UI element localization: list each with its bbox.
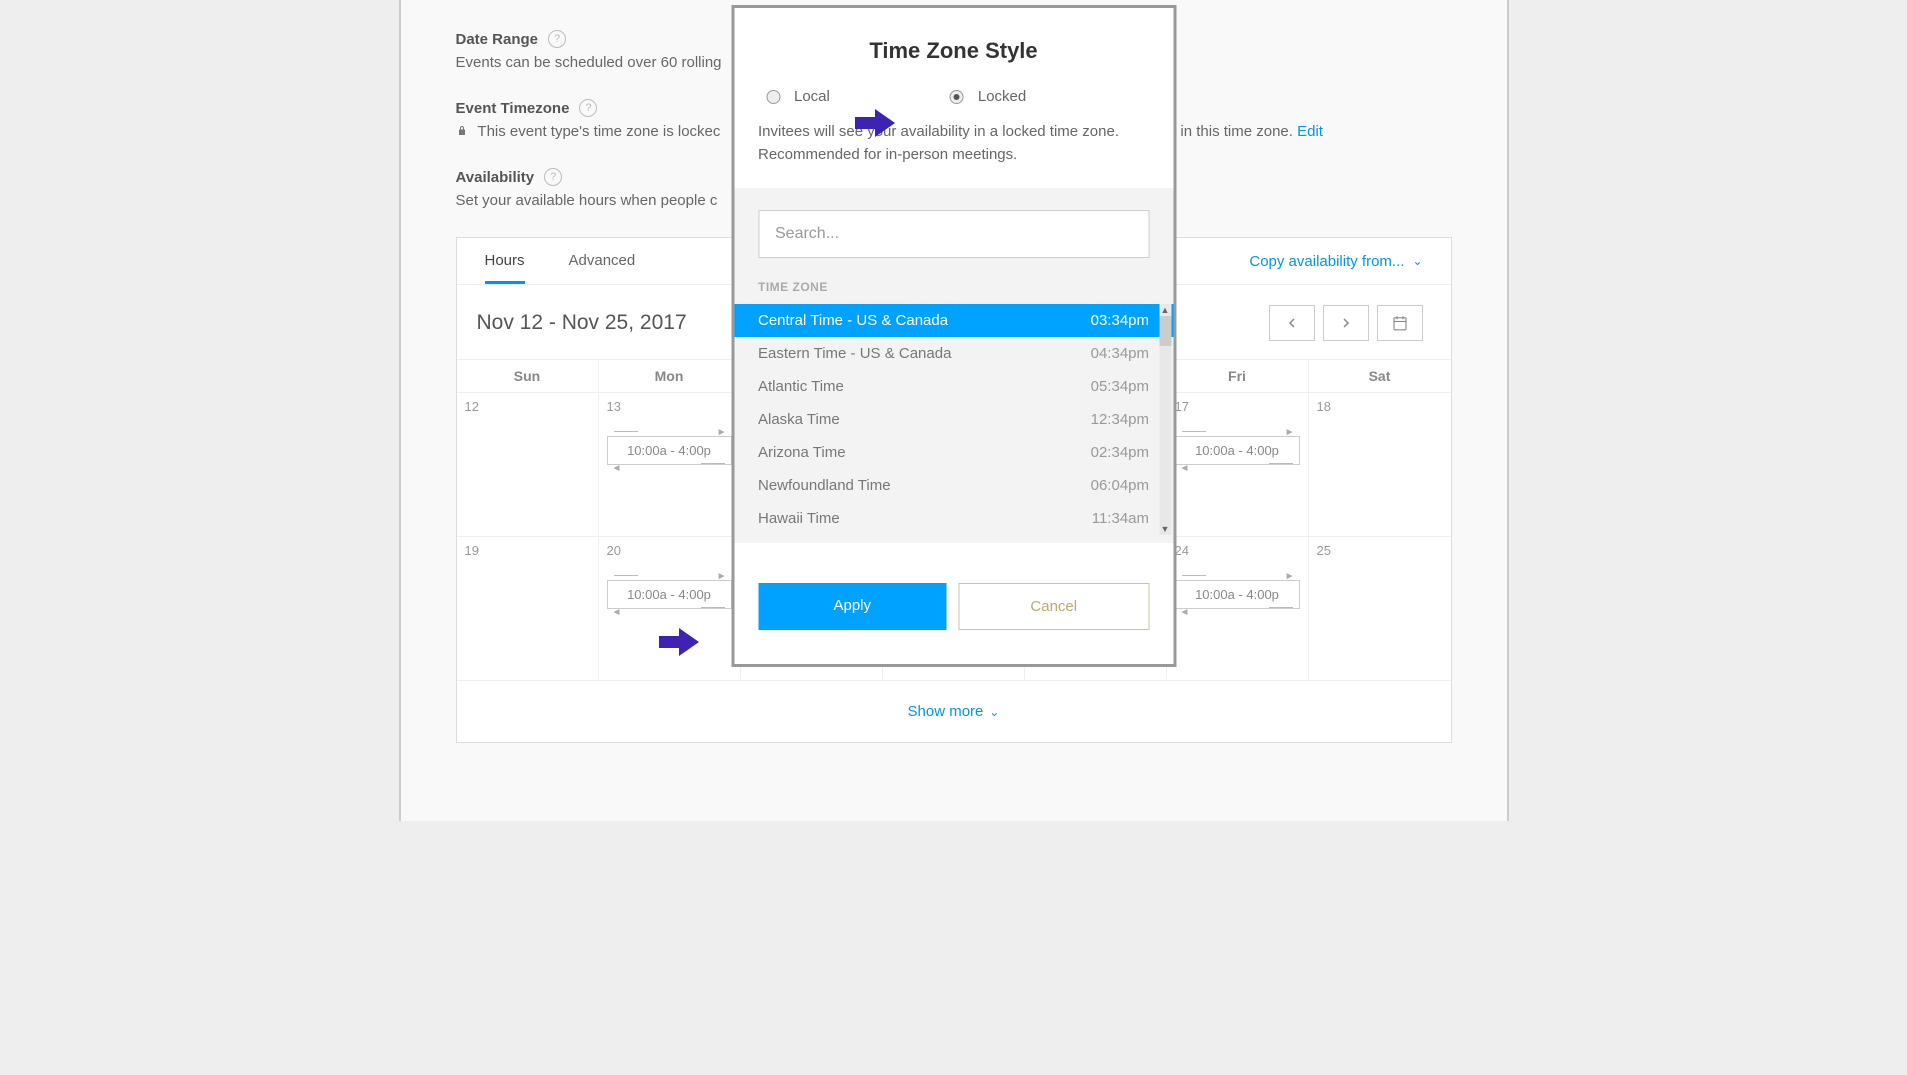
timezone-modal: Time Zone Style Local Locked Invitees wi… [731, 5, 1176, 667]
radio-locked[interactable]: Locked [950, 88, 1026, 105]
day-number: 18 [1317, 399, 1443, 414]
scroll-down-icon[interactable]: ▼ [1159, 523, 1171, 535]
day-number: 17 [1175, 399, 1300, 414]
scrollbar[interactable]: ▲ ▼ [1159, 304, 1171, 535]
help-icon[interactable]: ? [548, 30, 566, 48]
annotation-arrow-icon [855, 109, 895, 137]
day-header: Sat [1309, 360, 1451, 392]
next-button[interactable] [1323, 305, 1369, 341]
modal-title: Time Zone Style [758, 38, 1149, 64]
timezone-row[interactable]: Newfoundland Time06:04pm [734, 469, 1173, 502]
tz-heading: TIME ZONE [758, 280, 1149, 294]
availability-label: Availability [456, 169, 535, 186]
calendar-cell[interactable]: 13 10:00a - 4:00p►◄ [599, 393, 741, 537]
calendar-button[interactable] [1377, 305, 1423, 341]
time-slot[interactable]: 10:00a - 4:00p►◄ [607, 580, 732, 609]
chevron-down-icon: ⌄ [989, 705, 999, 719]
day-number: 13 [607, 399, 732, 414]
day-number: 20 [607, 543, 732, 558]
day-number: 12 [465, 399, 590, 414]
calendar-cell[interactable]: 19 [457, 537, 599, 681]
timezone-row[interactable]: Hawaii Time11:34am [734, 502, 1173, 535]
timezone-row[interactable]: Central Time - US & Canada03:34pm [734, 304, 1173, 337]
lock-icon [456, 124, 468, 136]
prev-button[interactable] [1269, 305, 1315, 341]
timezone-row[interactable]: Arizona Time02:34pm [734, 436, 1173, 469]
day-number: 24 [1175, 543, 1300, 558]
time-slot[interactable]: 10:00a - 4:00p►◄ [1175, 580, 1300, 609]
modal-desc: Invitees will see your availability in a… [758, 121, 1149, 166]
calendar-cell[interactable]: 20 10:00a - 4:00p►◄ [599, 537, 741, 681]
calendar-cell[interactable]: 24 10:00a - 4:00p►◄ [1167, 537, 1309, 681]
day-header: Fri [1167, 360, 1309, 392]
calendar-cell[interactable]: 17 10:00a - 4:00p►◄ [1167, 393, 1309, 537]
annotation-arrow-icon [659, 628, 699, 656]
scroll-up-icon[interactable]: ▲ [1159, 304, 1171, 316]
day-header: Sun [457, 360, 599, 392]
calendar-cell[interactable]: 12 [457, 393, 599, 537]
date-range-display: Nov 12 - Nov 25, 2017 [477, 311, 687, 335]
tab-advanced[interactable]: Advanced [569, 238, 636, 284]
tab-hours[interactable]: Hours [485, 238, 525, 284]
date-range-label: Date Range [456, 31, 539, 48]
time-slot[interactable]: 10:00a - 4:00p►◄ [607, 436, 732, 465]
copy-availability-link[interactable]: Copy availability from...⌄ [1249, 253, 1422, 270]
day-number: 19 [465, 543, 590, 558]
time-slot[interactable]: 10:00a - 4:00p►◄ [1175, 436, 1300, 465]
help-icon[interactable]: ? [544, 168, 562, 186]
timezone-row[interactable]: Alaska Time12:34pm [734, 403, 1173, 436]
apply-button[interactable]: Apply [758, 583, 947, 630]
chevron-down-icon: ⌄ [1412, 254, 1422, 268]
help-icon[interactable]: ? [579, 99, 597, 117]
cancel-button[interactable]: Cancel [959, 583, 1150, 630]
radio-local[interactable]: Local [766, 88, 830, 105]
search-input[interactable] [758, 210, 1149, 258]
timezone-row[interactable]: Atlantic Time05:34pm [734, 370, 1173, 403]
timezone-label: Event Timezone [456, 100, 570, 117]
show-more-link[interactable]: Show more⌄ [457, 681, 1451, 742]
edit-link[interactable]: Edit [1297, 123, 1323, 140]
day-number: 25 [1317, 543, 1443, 558]
timezone-row[interactable]: Eastern Time - US & Canada04:34pm [734, 337, 1173, 370]
calendar-cell[interactable]: 25 [1309, 537, 1451, 681]
day-header: Mon [599, 360, 741, 392]
calendar-cell[interactable]: 18 [1309, 393, 1451, 537]
